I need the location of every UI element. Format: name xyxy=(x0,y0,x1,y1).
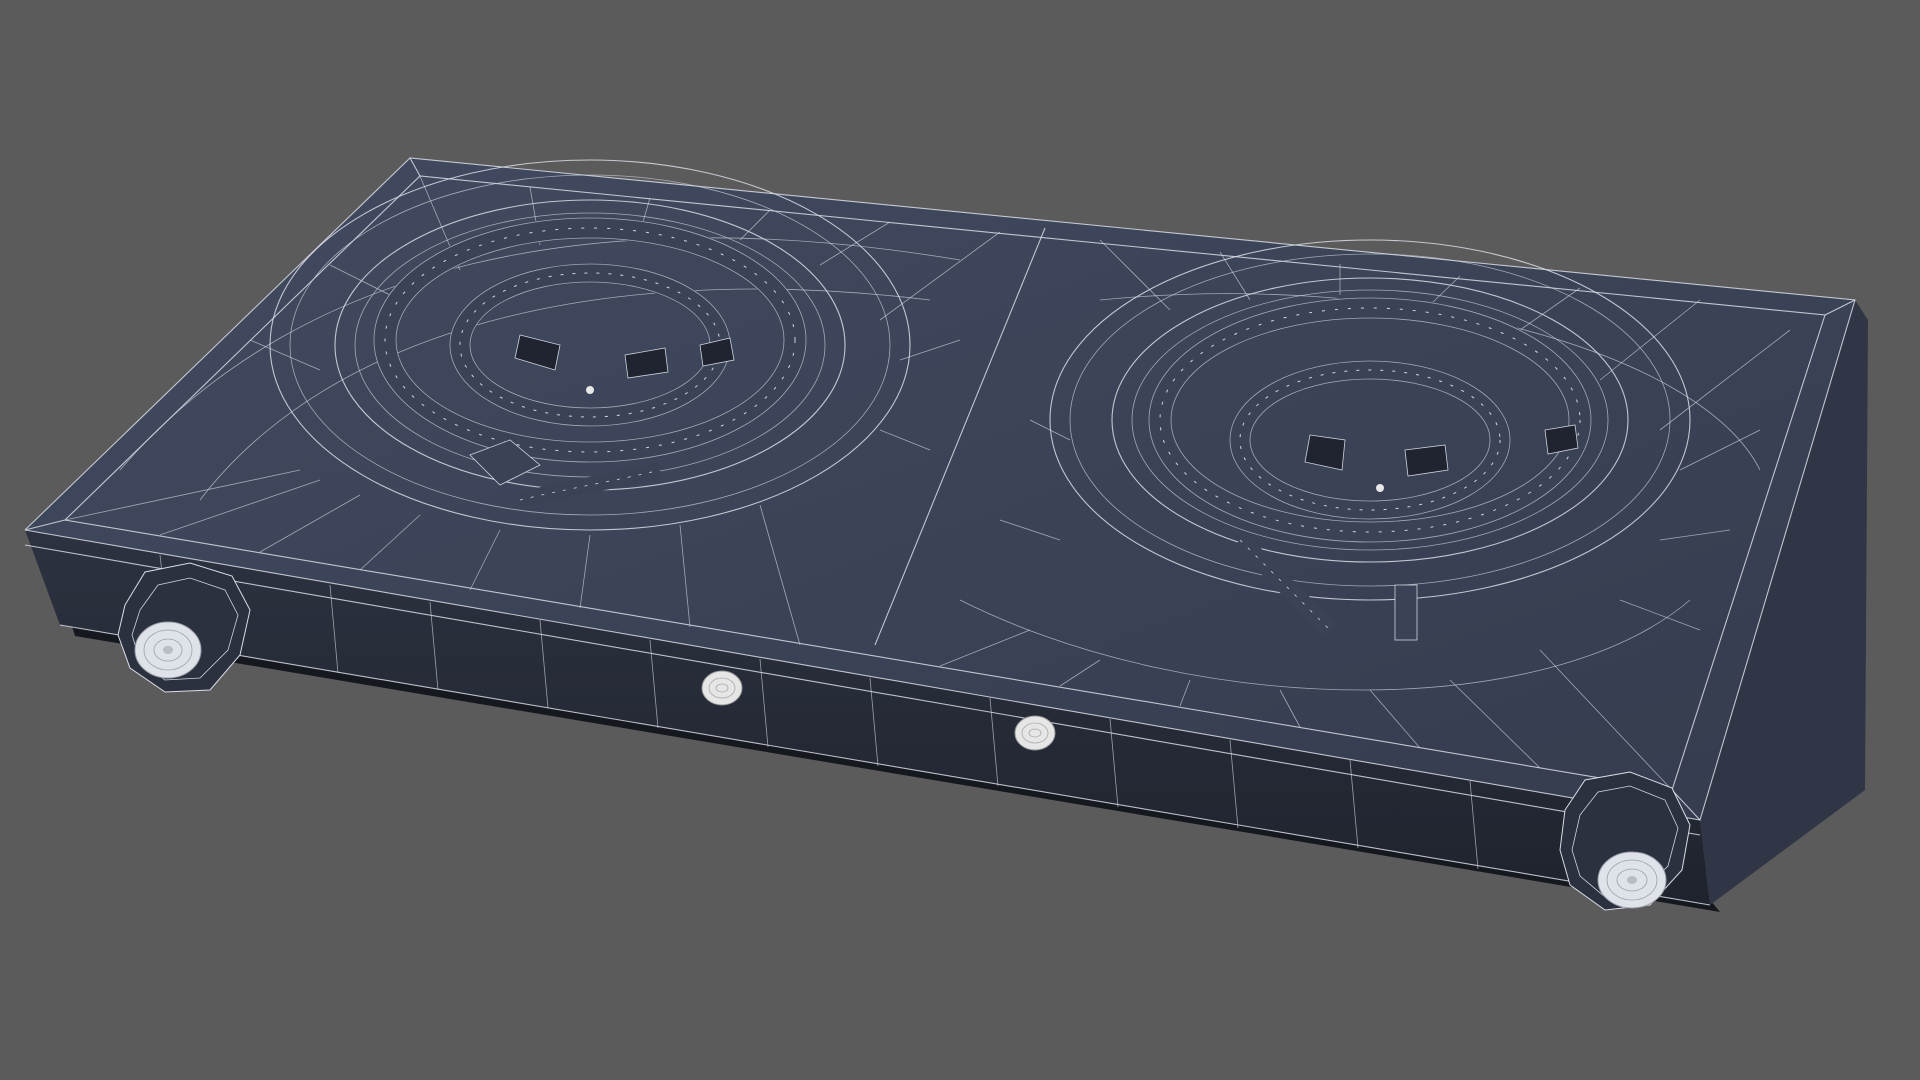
right-indicator-light xyxy=(1014,715,1056,751)
left-indicator-light xyxy=(701,670,743,706)
3d-viewport xyxy=(0,0,1920,1080)
hot-plate-render xyxy=(24,157,1868,912)
